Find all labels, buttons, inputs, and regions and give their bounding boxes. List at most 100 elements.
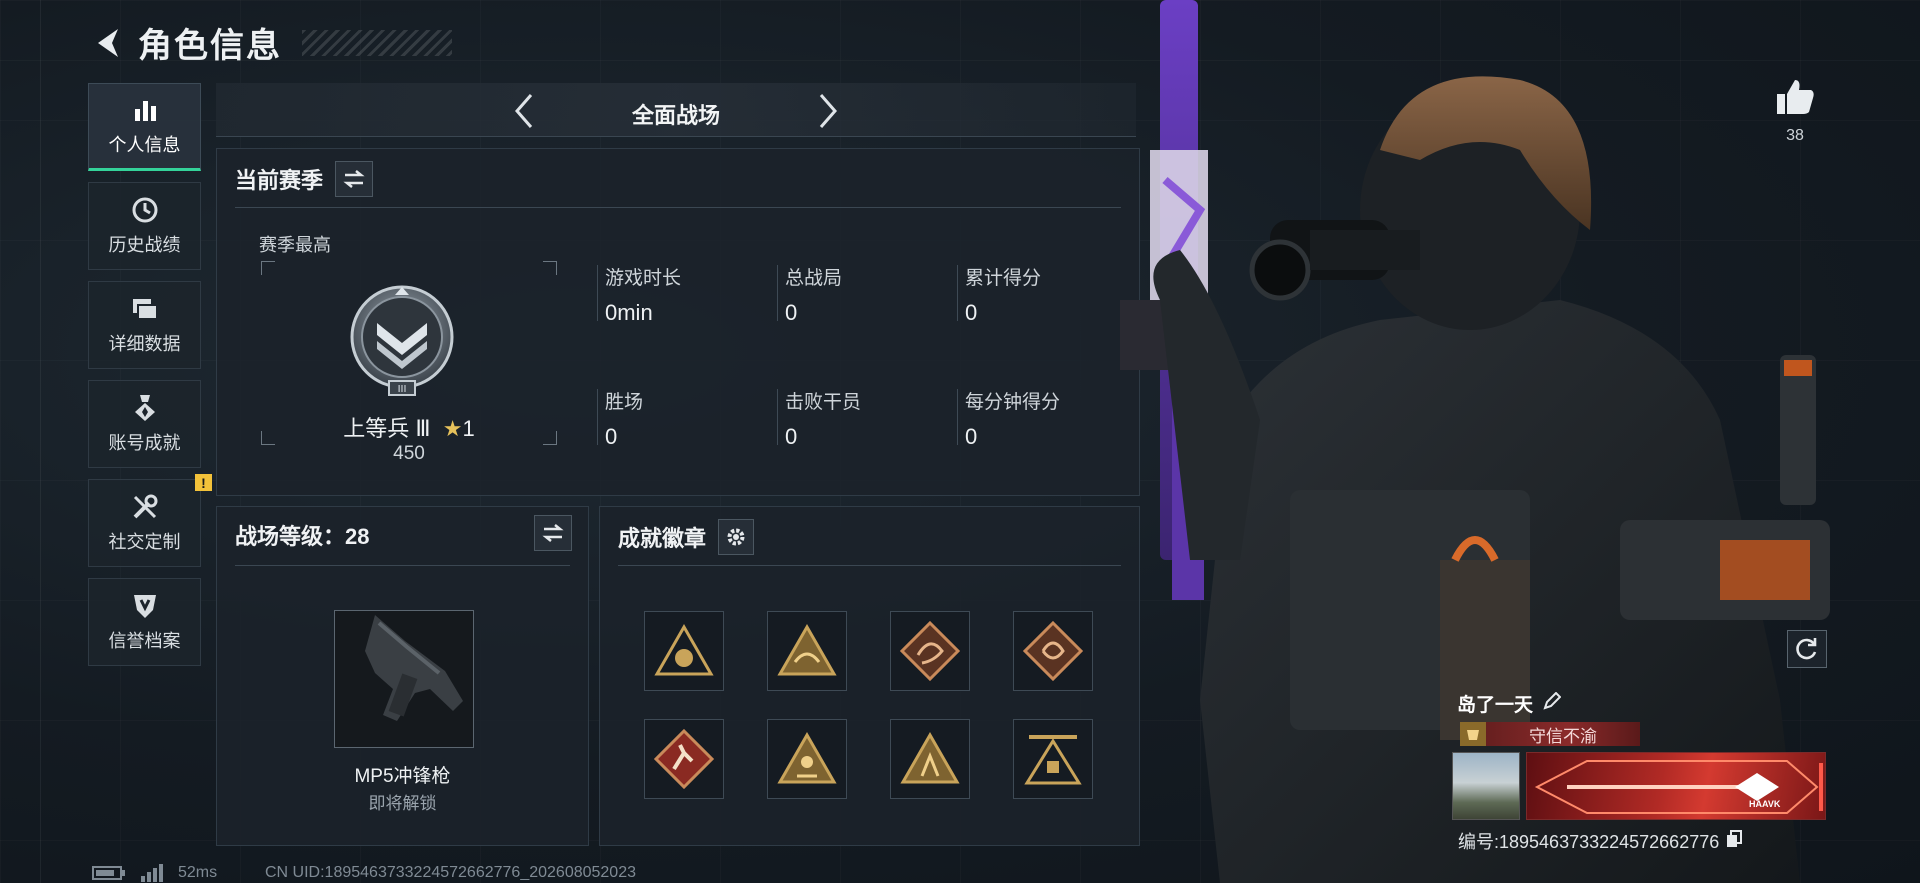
status-bar: 52ms (92, 864, 217, 882)
edit-name-button[interactable] (1543, 691, 1562, 716)
divider (618, 565, 1121, 566)
avatar[interactable] (1452, 752, 1520, 820)
svg-text:III: III (398, 384, 407, 395)
battlefield-level-title: 战场等级：28 (235, 524, 370, 549)
badge-triangle-icon (654, 624, 714, 676)
stat-value: 0 (785, 424, 798, 449)
back-button[interactable] (90, 23, 124, 63)
sidebar-item-detail-data[interactable]: 详细数据 (88, 281, 201, 369)
sidebar-item-history[interactable]: 历史战绩 (88, 182, 201, 270)
stat-key: 总战局 (785, 268, 843, 289)
badge-crest-icon (1024, 735, 1082, 785)
divider (235, 207, 1121, 208)
copy-icon (1727, 829, 1743, 847)
shield-crest-icon (130, 591, 160, 621)
battlefield-level-panel: 战场等级：28 MP5冲锋枪 即将解锁 (216, 506, 589, 846)
achievement-title: 成就徽章 (618, 526, 707, 551)
nameplate-brand: HAAVK (1749, 799, 1781, 809)
star-icon: ★ (442, 416, 463, 441)
player-id-row: 编号:1895463733224572662776 (1458, 828, 1743, 854)
stat-value: 0 (785, 300, 798, 325)
badge-triangle-icon (777, 624, 837, 676)
achievement-panel-header: 成就徽章 (618, 519, 755, 555)
sidebar-item-social[interactable]: ! 社交定制 (88, 474, 212, 567)
frame-corner (543, 261, 557, 275)
mode-selector: 全面战场 (216, 83, 1136, 137)
player-name: 岛了一天 (1457, 695, 1534, 716)
sidebar-item-label: 个人信息 (108, 135, 181, 155)
rotate-model-button[interactable] (1787, 630, 1827, 668)
stat-separator (597, 389, 598, 445)
nameplate-art (1534, 760, 1823, 814)
smg-weapon-icon (365, 615, 463, 721)
sidebar-item-personal-info[interactable]: 个人信息 (88, 83, 201, 171)
page-header: 角色信息 (90, 18, 452, 67)
stat-score-per-minute: 每分钟得分 0 (965, 387, 1060, 450)
sidebar-item-reputation[interactable]: 信誉档案 (88, 578, 201, 666)
stat-separator (957, 389, 958, 445)
achievement-badge-7[interactable] (890, 719, 970, 799)
stat-key: 击败干员 (785, 392, 862, 413)
stat-key: 累计得分 (965, 268, 1042, 289)
chevron-right-icon (819, 94, 837, 128)
season-panel-header: 当前赛季 (235, 161, 374, 197)
achievement-badge-5[interactable] (644, 719, 724, 799)
stat-separator (777, 265, 778, 321)
mode-next-button[interactable] (808, 91, 848, 131)
achievement-badge-3[interactable] (890, 611, 970, 691)
stat-kills: 击败干员 0 (785, 387, 861, 450)
warning-badge: ! (195, 474, 212, 491)
tools-wrench-icon (130, 492, 160, 522)
achievement-badge-6[interactable] (767, 719, 847, 799)
achievement-medal-icon (130, 393, 160, 423)
frame-corner (261, 261, 275, 275)
player-title-tag[interactable]: 守信不渝 (1460, 722, 1640, 746)
season-switch-button[interactable] (335, 161, 374, 197)
sidebar-item-achievement[interactable]: 账号成就 (88, 380, 201, 468)
stat-value: 0 (965, 300, 978, 325)
divider (235, 565, 570, 566)
badge-dragon-icon (900, 621, 960, 681)
stat-value: 0min (605, 300, 653, 325)
page-title: 角色信息 (138, 27, 282, 65)
copy-id-button[interactable] (1725, 829, 1743, 853)
stat-key: 每分钟得分 (965, 392, 1061, 413)
weapon-card[interactable] (334, 610, 474, 748)
badge-dragon-icon (1023, 621, 1083, 681)
like-button[interactable]: 38 (1770, 78, 1820, 145)
season-title: 当前赛季 (235, 168, 324, 193)
gear-icon (727, 528, 745, 546)
badge-runner-icon (654, 729, 714, 789)
achievement-badge-2[interactable] (767, 611, 847, 691)
level-switch-button[interactable] (534, 515, 572, 551)
stat-key: 游戏时长 (605, 268, 682, 289)
sidebar-item-label: 历史战绩 (108, 235, 181, 255)
stat-key: 胜场 (605, 392, 644, 413)
player-id: 编号:1895463733224572662776 (1458, 832, 1720, 852)
like-count: 38 (1786, 127, 1804, 144)
uid-text: CN UID:1895463733224572662776_2026080520… (265, 864, 636, 881)
stat-separator (957, 265, 958, 321)
season-best-label: 赛季最高 (259, 235, 331, 255)
badge-triangle-icon (777, 732, 837, 784)
achievement-badge-1[interactable] (644, 611, 724, 691)
rank-line: 上等兵 Ⅲ ★1 (261, 411, 557, 443)
sidebar-item-label: 信誉档案 (108, 631, 181, 651)
thumbs-up-icon (1777, 80, 1814, 114)
rank-name: 上等兵 Ⅲ (343, 416, 431, 441)
stat-value: 0 (965, 424, 978, 449)
title-decoration (302, 29, 452, 56)
signal-icon (141, 864, 163, 882)
weapon-status: 即将解锁 (368, 794, 437, 813)
mode-label: 全面战场 (631, 103, 720, 128)
rank-points: 450 (393, 443, 425, 464)
stat-separator (777, 389, 778, 445)
title-tag-text: 守信不渝 (1529, 726, 1597, 746)
sidebar-item-label: 账号成就 (108, 433, 181, 453)
swap-icon (343, 170, 365, 188)
stat-wins: 胜场 0 (605, 387, 643, 450)
rank-stars: 1 (462, 416, 475, 441)
battery-icon (92, 866, 125, 880)
achievement-settings-button[interactable] (718, 519, 755, 555)
nameplate-card[interactable]: HAAVK (1526, 752, 1826, 820)
